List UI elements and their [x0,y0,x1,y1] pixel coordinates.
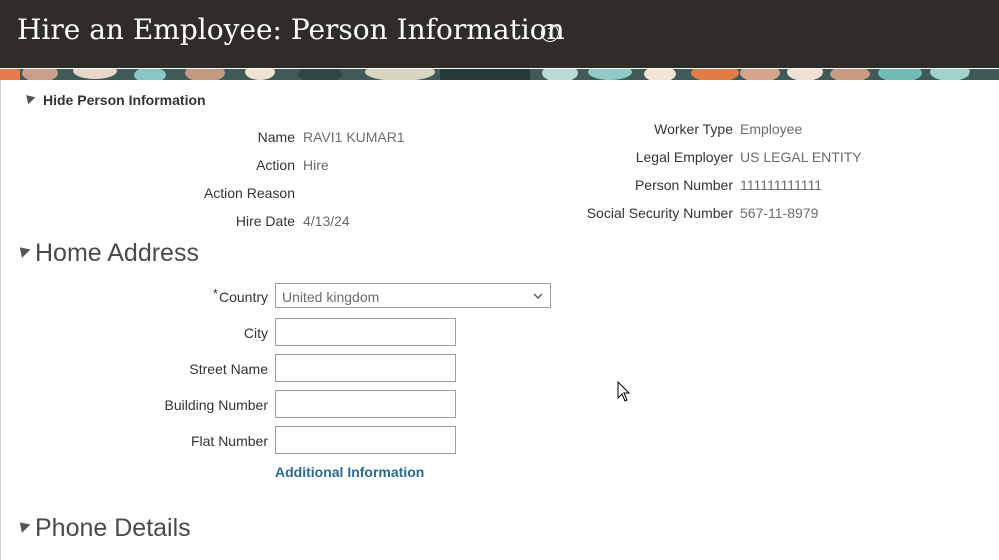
legal-employer-label: Legal Employer [635,149,733,165]
city-input[interactable] [275,318,456,346]
name-value: RAVI1 KUMAR1 [303,129,405,145]
person-number-label: Person Number [634,177,733,193]
action-reason-label: Action Reason [203,185,295,201]
action-label: Action [256,157,295,173]
flat-number-input[interactable] [275,426,456,454]
legal-employer-value: US LEGAL ENTITY [740,149,862,165]
required-asterisk: * [212,286,218,301]
hide-person-information-toggle[interactable]: Hide Person Information [43,92,206,108]
country-select-value: United kingdom [282,289,380,305]
worker-type-value: Employee [740,121,803,137]
chevron-down-icon [533,293,543,299]
ssn-label: Social Security Number [586,205,733,221]
street-name-input[interactable] [275,354,456,382]
country-select[interactable]: United kingdom [275,283,551,308]
collapse-triangle-icon[interactable] [15,243,31,258]
worker-type-label: Worker Type [654,121,733,137]
mouse-cursor-icon [617,381,631,402]
country-label-text: Country [218,289,268,305]
home-address-heading[interactable]: Home Address [35,239,199,268]
collapse-triangle-icon[interactable] [22,91,36,105]
country-label: *Country [212,286,268,305]
content-left-border [0,80,1,560]
decorative-banner [0,68,999,80]
building-number-input[interactable] [275,390,456,418]
collapse-triangle-icon[interactable] [15,518,31,533]
hire-date-label: Hire Date [235,213,295,229]
city-label: City [243,325,268,341]
question-circle-icon[interactable]: ? [541,24,559,42]
person-number-value: 111111111111 [740,177,823,193]
street-name-label: Street Name [189,361,268,377]
flat-number-label: Flat Number [190,433,268,449]
page-header: Hire an Employee: Person Information ? [0,0,999,68]
name-label: Name [257,129,295,145]
action-value: Hire [303,157,329,173]
page-title: Hire an Employee: Person Information [17,13,565,46]
phone-details-heading[interactable]: Phone Details [35,514,191,543]
hire-date-value: 4/13/24 [303,213,350,229]
ssn-value: 567-11-8979 [740,205,819,221]
additional-information-link[interactable]: Additional Information [275,464,424,480]
building-number-label: Building Number [164,397,269,413]
